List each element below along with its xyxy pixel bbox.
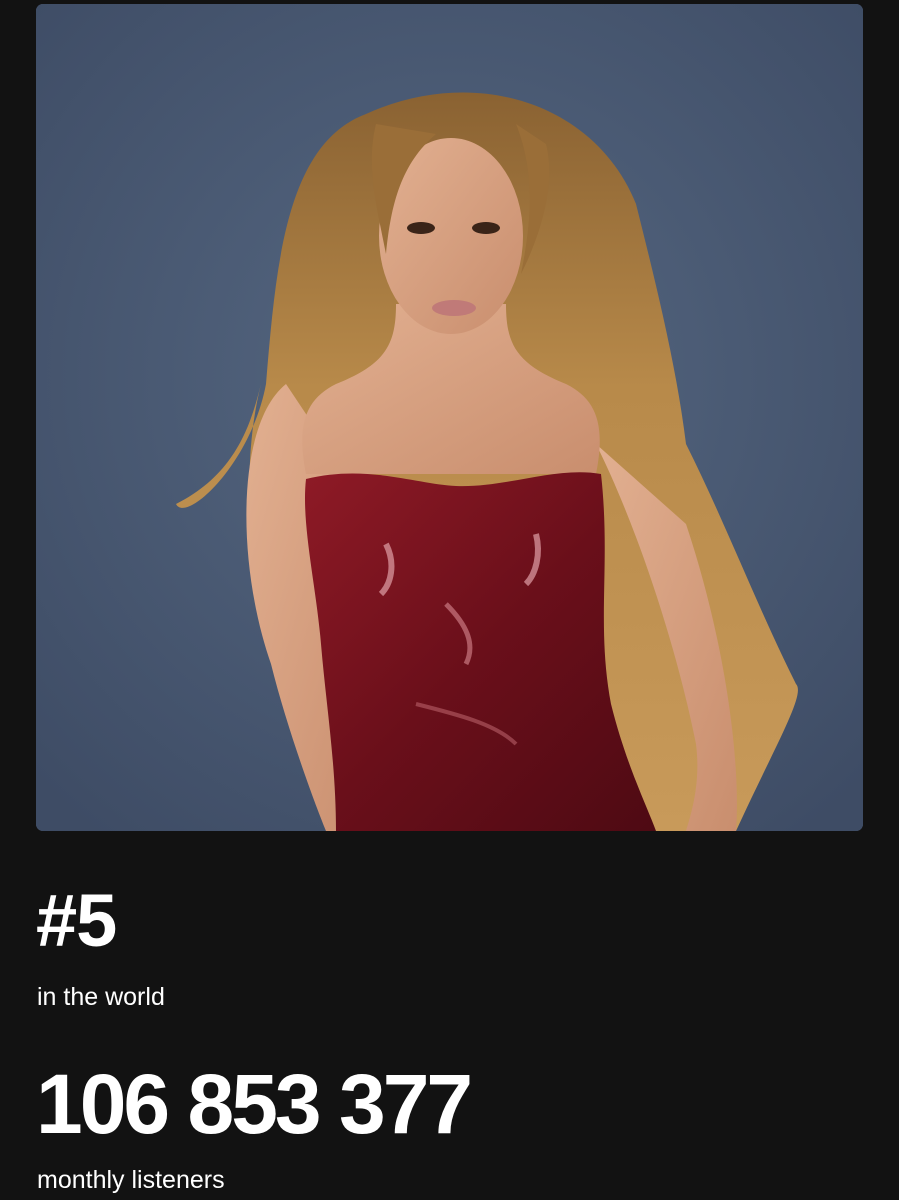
world-rank-caption: in the world bbox=[37, 983, 165, 1011]
artist-portrait-image bbox=[36, 4, 863, 831]
monthly-listeners-caption: monthly listeners bbox=[37, 1166, 225, 1194]
artist-portrait-icon bbox=[36, 4, 863, 831]
artist-stats-page: #5 in the world 106 853 377 monthly list… bbox=[0, 0, 899, 1200]
monthly-listeners-count: 106 853 377 bbox=[36, 1057, 473, 1151]
world-rank: #5 bbox=[36, 879, 117, 962]
